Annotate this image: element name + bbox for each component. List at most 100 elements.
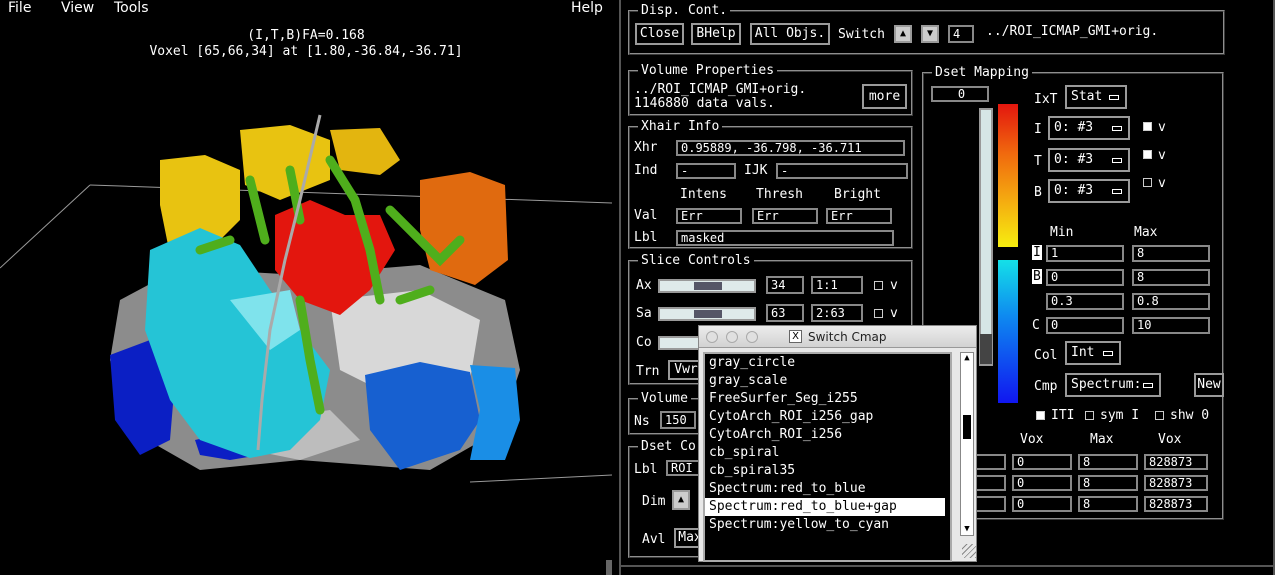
cmap-list-item[interactable]: Spectrum:red_to_blue (705, 480, 950, 498)
bright-header: Bright (834, 187, 881, 202)
volume-legend: Volume (638, 391, 691, 406)
sa-label: Sa (636, 306, 652, 321)
sa-view-checkbox[interactable] (874, 309, 883, 318)
sa-slider[interactable] (658, 307, 756, 321)
window-resize-icon[interactable] (962, 544, 976, 558)
val-intens-field[interactable]: Err (676, 208, 742, 224)
all-objs-button[interactable]: All Objs. (750, 23, 830, 45)
sym-checkbox[interactable] (1085, 411, 1094, 420)
cmap-list-item[interactable]: CytoArch_ROI_i256 (705, 426, 950, 444)
close-window-icon[interactable] (706, 331, 718, 343)
dim-up-arrow-icon[interactable]: ▲ (672, 490, 690, 510)
range-b-max-field[interactable]: 8 (1132, 269, 1210, 286)
ax-ratio-field[interactable]: 1:1 (811, 276, 863, 294)
shw-label: shw 0 (1170, 408, 1210, 423)
cmap-list-item[interactable]: Spectrum:yellow_to_cyan (705, 516, 950, 534)
val-thresh-field[interactable]: Err (752, 208, 818, 224)
dset-name: ../ROI_ICMAP_GMI+orig. (986, 24, 1159, 39)
t-checkbox[interactable] (1143, 150, 1152, 159)
close-button[interactable]: Close (635, 23, 684, 45)
table-cell: 8 (1078, 475, 1138, 491)
range-i-max-field[interactable]: 8 (1132, 245, 1210, 262)
more-button[interactable]: more (862, 84, 907, 109)
sa-ratio-field[interactable]: 2:63 (811, 304, 863, 322)
ijk-field[interactable]: - (776, 163, 908, 179)
resize-grip[interactable] (606, 560, 612, 575)
dset-controls-legend: Dset Co (638, 439, 699, 454)
ax-view-checkbox[interactable] (874, 281, 883, 290)
switch-up-arrow-icon[interactable]: ▲ (894, 25, 912, 43)
cmap-list-item[interactable]: gray_scale (705, 372, 950, 390)
table-cell: 8 (1078, 496, 1138, 512)
switch-value-field[interactable]: 4 (948, 25, 974, 43)
x11-icon: X (789, 330, 802, 343)
avl-label: Avl (642, 532, 666, 547)
iti-checkbox[interactable] (1036, 411, 1045, 420)
surface-viewer[interactable]: File View Tools Help (I,T,B)FA=0.168 Vox… (0, 0, 612, 575)
scroll-down-arrow-icon[interactable]: ▼ (962, 524, 972, 534)
cmp-menu[interactable]: Spectrum: (1065, 373, 1161, 397)
option-menu-icon (1109, 95, 1119, 100)
cmap-list-item[interactable]: CytoArch_ROI_i256_gap (705, 408, 950, 426)
switch-cmap-titlebar[interactable]: X Switch Cmap (699, 326, 976, 348)
cmap-list-item[interactable]: gray_circle (705, 354, 950, 372)
cmap-list-item[interactable]: cb_spiral (705, 444, 950, 462)
scroll-up-arrow-icon[interactable]: ▲ (962, 353, 972, 363)
dim-label: Dim (642, 494, 666, 509)
dset-lbl-field[interactable]: ROI_ (666, 460, 702, 476)
range-c-max-field[interactable]: 10 (1132, 317, 1210, 334)
threshold-slider[interactable] (979, 108, 993, 366)
val-bright-field[interactable]: Err (826, 208, 892, 224)
col-menu[interactable]: Int (1065, 341, 1121, 365)
zoom-window-icon[interactable] (746, 331, 758, 343)
cmp-value: Spectrum: (1071, 377, 1142, 392)
table-header-vox-2: Vox (1158, 432, 1182, 447)
cmap-list-item[interactable]: FreeSurfer_Seg_i255 (705, 390, 950, 408)
ns-field[interactable]: 150 (660, 411, 696, 429)
threshold-value-field[interactable]: 0 (931, 86, 989, 102)
brain-rendering (0, 114, 612, 483)
range-c-min-field[interactable]: 0 (1046, 317, 1124, 334)
threshold-slider-knob[interactable] (980, 334, 992, 364)
range-i-min-field[interactable]: 1 (1046, 245, 1124, 262)
sa-value-field[interactable]: 63 (766, 304, 804, 322)
new-cmap-button[interactable]: New (1194, 373, 1224, 397)
label-field[interactable]: masked (676, 230, 894, 246)
option-menu-icon (1103, 351, 1113, 356)
min-header: Min (1050, 225, 1074, 240)
t-menu[interactable]: 0: #3 (1048, 148, 1130, 172)
cmap-scrollbar-thumb[interactable] (963, 415, 971, 439)
range-3-min-field[interactable]: 0.3 (1046, 293, 1124, 310)
xhair-info-legend: Xhair Info (638, 119, 723, 134)
ixt-menu[interactable]: Stat (1065, 85, 1127, 109)
ind-field[interactable]: - (676, 163, 736, 179)
range-b-min-field[interactable]: 0 (1046, 269, 1124, 286)
switch-down-arrow-icon[interactable]: ▼ (921, 25, 939, 43)
table-cell: 828873 (1144, 475, 1208, 491)
sa-v-label: v (890, 306, 898, 321)
cmap-list-item[interactable]: Spectrum:red_to_blue+gap (705, 498, 945, 516)
range-i-toggle[interactable]: I (1032, 245, 1042, 260)
range-b-toggle[interactable]: B (1032, 269, 1042, 284)
ns-label: Ns (634, 414, 650, 429)
bhelp-button[interactable]: BHelp (691, 23, 741, 45)
xhr-field[interactable]: 0.95889, -36.798, -36.711 (676, 140, 905, 156)
range-3-max-field[interactable]: 0.8 (1132, 293, 1210, 310)
b-value: 0: #3 (1054, 183, 1094, 198)
minimize-window-icon[interactable] (726, 331, 738, 343)
cmap-list-item[interactable]: cb_spiral35 (705, 462, 950, 480)
ax-value-field[interactable]: 34 (766, 276, 804, 294)
volume-dset-name: ../ROI_ICMAP_GMI+orig. (634, 82, 807, 97)
b-checkbox[interactable] (1143, 178, 1152, 187)
ax-slider[interactable] (658, 279, 756, 293)
b-menu[interactable]: 0: #3 (1048, 179, 1130, 203)
cmap-scrollbar[interactable]: ▲ ▼ (960, 352, 974, 536)
i-checkbox[interactable] (1143, 122, 1152, 131)
table-cell: 828873 (1144, 496, 1208, 512)
i-menu[interactable]: 0: #3 (1048, 116, 1130, 140)
col-value: Int (1071, 345, 1095, 360)
disp-cont-legend: Disp. Cont. (638, 3, 731, 18)
shw-checkbox[interactable] (1155, 411, 1164, 420)
option-menu-icon (1112, 189, 1122, 194)
cmap-list[interactable]: gray_circle gray_scale FreeSurfer_Seg_i255… (703, 352, 952, 562)
